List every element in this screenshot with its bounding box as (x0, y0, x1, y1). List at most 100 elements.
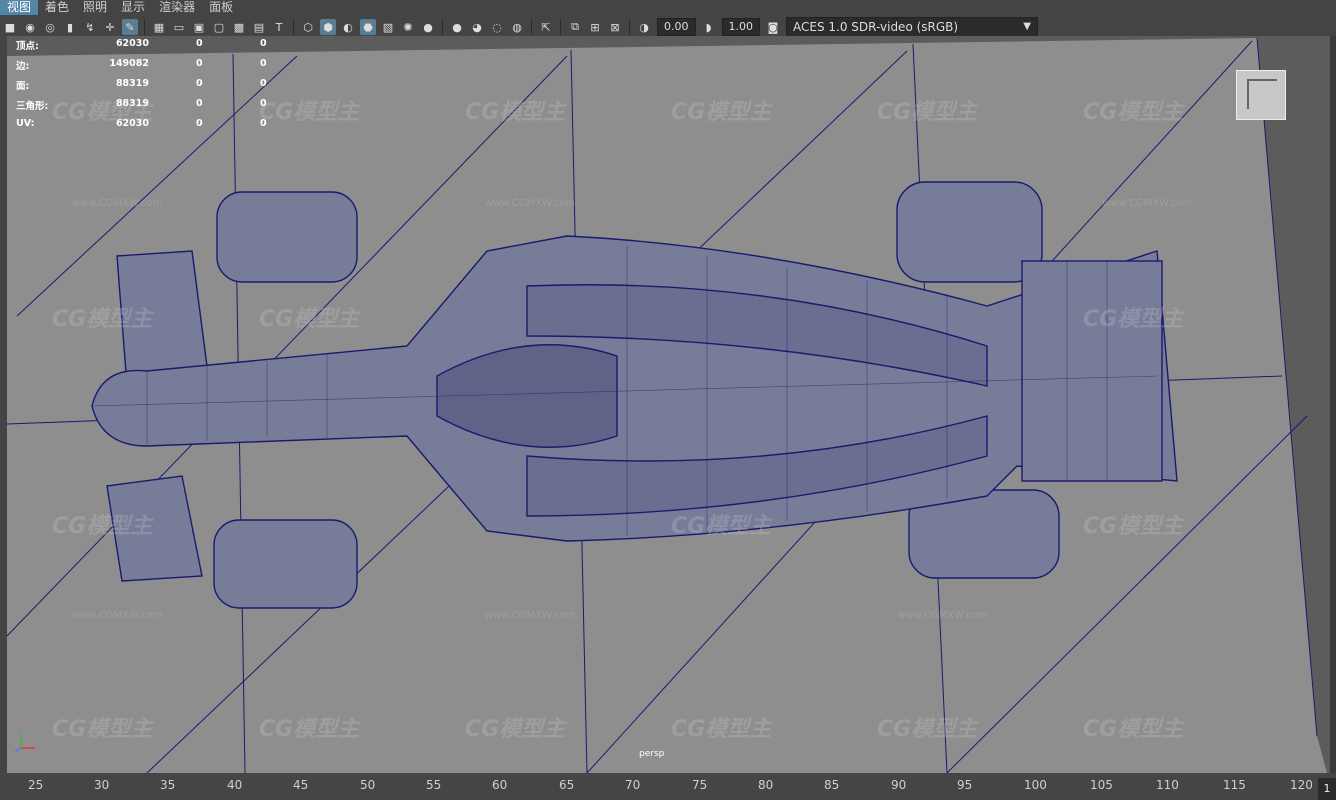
textured-icon[interactable]: ▧ (380, 19, 396, 35)
isolate-icon[interactable]: ⇱ (538, 19, 554, 35)
color-management-icon[interactable]: ◙ (765, 19, 781, 35)
light-icon[interactable]: ✺ (400, 19, 416, 35)
time-tick: 75 (692, 778, 708, 792)
watermark: CG模型主 (671, 717, 772, 742)
wireframe-icon[interactable]: ⬡ (300, 19, 316, 35)
time-tick: 120 (1290, 778, 1313, 792)
xray-joints-icon[interactable]: ⊞ (587, 19, 603, 35)
xray-components-icon[interactable]: ⊠ (607, 19, 623, 35)
resolution-gate-icon[interactable]: ▣ (191, 19, 207, 35)
watermark: CG模型主 (877, 100, 978, 125)
grease-pencil-icon[interactable]: ✎ (122, 19, 138, 35)
toolbar-separator (293, 19, 294, 35)
front-left-tire (216, 191, 358, 283)
menu-view[interactable]: 视图 (0, 0, 39, 15)
hud-row-faces: 面: 88319 0 0 (16, 78, 267, 92)
watermark: CG模型主 (1083, 717, 1184, 742)
anti-aliasing-icon[interactable]: ◌ (489, 19, 505, 35)
watermark: CG模型主 (259, 717, 360, 742)
watermark: CG模型主 (465, 100, 566, 125)
time-tick: 50 (360, 778, 376, 792)
watermark: CG模型主 (671, 514, 772, 539)
time-tick: 85 (824, 778, 840, 792)
grid-icon[interactable]: ▦ (151, 19, 167, 35)
time-tick: 60 (492, 778, 508, 792)
film-gate-icon[interactable]: ▭ (171, 19, 187, 35)
time-tick: 35 (160, 778, 176, 792)
camera-lock-icon[interactable]: ◉ (22, 19, 38, 35)
color-space-dropdown[interactable]: ACES 1.0 SDR-video (sRGB) ▼ (786, 17, 1038, 37)
gamma-icon[interactable]: ◗ (701, 19, 717, 35)
xray-icon[interactable]: ⧉ (567, 19, 583, 35)
viewport-menu-bar: 视图 着色 照明 显示 渲染器 面板 (0, 0, 1336, 15)
safe-title-icon[interactable]: T (271, 19, 287, 35)
watermark: CG模型主 (671, 100, 772, 125)
gate-mask-icon[interactable]: ▢ (211, 19, 227, 35)
toolbar-separator (629, 19, 630, 35)
chevron-down-icon: ▼ (1023, 21, 1031, 32)
time-tick: 25 (28, 778, 44, 792)
hud-row-edges: 边: 149082 0 0 (16, 58, 267, 72)
menu-lighting[interactable]: 照明 (76, 0, 114, 15)
toolbar-separator (560, 19, 561, 35)
two-d-pan-icon[interactable]: ✛ (102, 19, 118, 35)
rear-wing (1021, 260, 1163, 482)
exposure-icon[interactable]: ◑ (636, 19, 652, 35)
time-tick: 80 (758, 778, 774, 792)
smooth-shade-icon[interactable]: ⬢ (320, 19, 336, 35)
perspective-viewport[interactable]: CG模型主 CG模型主 CG模型主 CG模型主 CG模型主 CG模型主 CG模型… (7, 36, 1330, 773)
time-tick: 115 (1223, 778, 1246, 792)
watermark: CG模型主 (877, 717, 978, 742)
viewport-right-frame (1330, 36, 1336, 773)
view-cube[interactable] (1236, 70, 1286, 120)
view-cube-face-icon (1247, 79, 1277, 109)
time-tick: 90 (891, 778, 907, 792)
shadow-icon[interactable]: ● (420, 19, 436, 35)
camera-attributes-icon[interactable]: ◎ (42, 19, 58, 35)
toolbar-separator (442, 19, 443, 35)
field-chart-icon[interactable]: ▩ (231, 19, 247, 35)
time-tick: 40 (227, 778, 243, 792)
time-tick: 100 (1024, 778, 1047, 792)
camera-name-label: persp (639, 749, 665, 759)
color-space-label: ACES 1.0 SDR-video (sRGB) (793, 20, 959, 34)
time-tick: 65 (559, 778, 575, 792)
watermark-url: www.CGMXW.com (72, 198, 163, 209)
motion-blur-icon[interactable]: ◕ (469, 19, 485, 35)
ambient-occlusion-icon[interactable]: ● (449, 19, 465, 35)
rear-left-tire (896, 181, 1043, 283)
camera-icon[interactable]: ■ (2, 19, 18, 35)
watermark: CG模型主 (1083, 100, 1184, 125)
watermark: CG模型主 (52, 514, 153, 539)
menu-shading[interactable]: 着色 (38, 0, 76, 15)
current-frame-indicator[interactable]: 1 (1318, 778, 1336, 800)
watermark: CG模型主 (52, 717, 153, 742)
image-plane-icon[interactable]: ↯ (82, 19, 98, 35)
wireframe-on-shaded-icon[interactable]: ⬣ (360, 19, 376, 35)
watermark-url: www.CGMXW.com (72, 610, 163, 621)
time-tick: 105 (1090, 778, 1113, 792)
menu-panels[interactable]: 面板 (202, 0, 240, 15)
watermark: CG模型主 (465, 717, 566, 742)
bookmark-icon[interactable]: ▮ (62, 19, 78, 35)
hud-row-vertices: 顶点: 62030 0 0 (16, 38, 267, 52)
menu-renderer[interactable]: 渲染器 (152, 0, 202, 15)
watermark: CG模型主 (259, 307, 360, 332)
time-tick: 70 (625, 778, 641, 792)
time-tick: 110 (1156, 778, 1179, 792)
viewport-canvas (7, 37, 1327, 773)
exposure-field[interactable]: 0.00 (657, 18, 696, 36)
default-material-icon[interactable]: ◐ (340, 19, 356, 35)
time-tick: 95 (957, 778, 973, 792)
menu-show[interactable]: 显示 (114, 0, 152, 15)
watermark: CG模型主 (52, 307, 153, 332)
gamma-field[interactable]: 1.00 (721, 18, 760, 36)
depth-of-field-icon[interactable]: ◍ (509, 19, 525, 35)
time-tick: 30 (94, 778, 110, 792)
watermark-url: www.CGMXW.com (1102, 198, 1193, 209)
time-slider[interactable]: 25 30 35 40 45 50 55 60 65 70 75 80 85 9… (0, 773, 1336, 800)
safe-action-icon[interactable]: ▤ (251, 19, 267, 35)
time-tick: 55 (426, 778, 442, 792)
hud-row-triangles: 三角形: 88319 0 0 (16, 98, 267, 112)
hud-row-uv: UV: 62030 0 0 (16, 118, 267, 129)
